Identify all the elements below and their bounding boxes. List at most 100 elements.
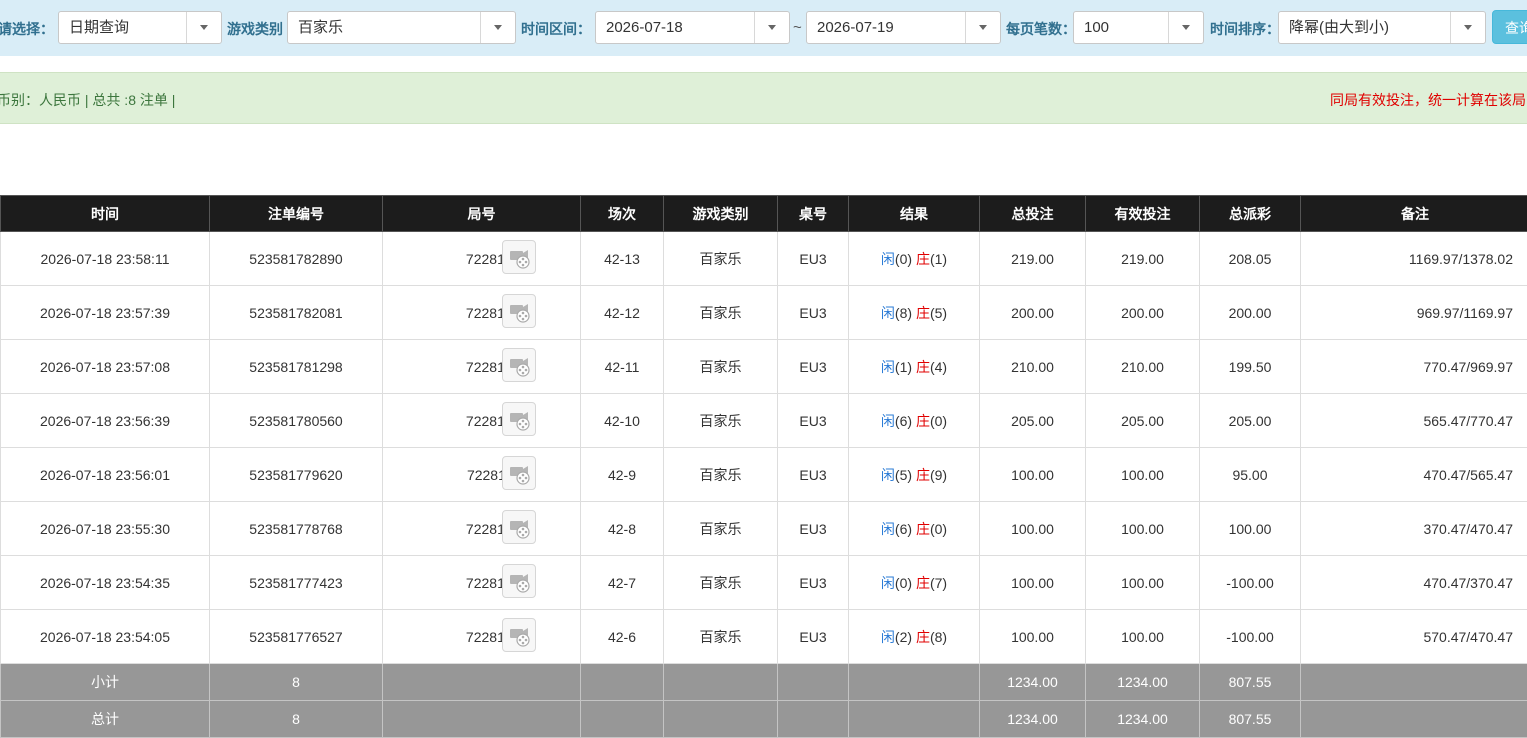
- player-value: (2): [895, 629, 912, 645]
- table-header-row: 时间 注单编号 局号 场次 游戏类别 桌号 结果 总投注 有效投注 总派彩 备注: [1, 196, 1527, 232]
- cell-bet-id: 523581776527: [210, 610, 383, 664]
- banker-value: (0): [930, 521, 947, 537]
- cell-total-bet[interactable]: 205.00: [980, 394, 1086, 448]
- table-row: 2026-07-18 23:55:30 523581778768 7228126…: [1, 502, 1527, 556]
- cell-total-bet[interactable]: 200.00: [980, 286, 1086, 340]
- cell-payout: 208.05: [1200, 232, 1301, 286]
- film-reel-icon[interactable]: [502, 348, 536, 382]
- cell-valid-bet: 210.00: [1086, 340, 1200, 394]
- sort-select[interactable]: 降幂(由大到小): [1278, 11, 1486, 44]
- cell-total-bet[interactable]: 100.00: [980, 610, 1086, 664]
- date-to-value: 2026-07-19: [817, 19, 894, 37]
- cell-note: 565.47/770.47: [1301, 394, 1527, 448]
- col-header-shoe: 场次: [581, 196, 664, 232]
- query-button[interactable]: 查询: [1492, 10, 1527, 44]
- cell-total-bet[interactable]: 210.00: [980, 340, 1086, 394]
- cell-note: 570.47/470.47: [1301, 610, 1527, 664]
- film-reel-icon[interactable]: [502, 456, 536, 490]
- table-row: 2026-07-18 23:58:11 523581782890 7228130…: [1, 232, 1527, 286]
- table-row: 2026-07-18 23:57:39 523581782081 7228129…: [1, 286, 1527, 340]
- cell-time: 2026-07-18 23:54:35: [1, 556, 210, 610]
- cell-total-bet[interactable]: 100.00: [980, 556, 1086, 610]
- date-from-select[interactable]: 2026-07-18: [595, 11, 790, 44]
- cell-note: 470.47/370.47: [1301, 556, 1527, 610]
- col-header-time: 时间: [1, 196, 210, 232]
- date-from-value: 2026-07-18: [606, 19, 683, 37]
- chevron-down-icon: [186, 12, 221, 43]
- film-reel-icon[interactable]: [502, 402, 536, 436]
- table-row: 2026-07-18 23:56:39 523581780560 7228128…: [1, 394, 1527, 448]
- cell-bet-id: 523581780560: [210, 394, 383, 448]
- date-to-select[interactable]: 2026-07-19: [806, 11, 1001, 44]
- col-header-bet-id: 注单编号: [210, 196, 383, 232]
- info-bar: 币别：人民币 | 总共 :8 注单 | 同局有效投注，统一计算在该局: [0, 72, 1527, 124]
- banker-value: (8): [930, 629, 947, 645]
- film-reel-icon[interactable]: [502, 510, 536, 544]
- cell-total-bet[interactable]: 100.00: [980, 448, 1086, 502]
- query-type-select[interactable]: 日期查询: [58, 11, 222, 44]
- banker-value: (1): [930, 251, 947, 267]
- cell-payout: 95.00: [1200, 448, 1301, 502]
- cell-game-type: 百家乐: [664, 394, 778, 448]
- cell-total-bet[interactable]: 100.00: [980, 502, 1086, 556]
- player-value: (6): [895, 413, 912, 429]
- player-label: 闲: [881, 521, 895, 537]
- cell-note: 370.47/470.47: [1301, 502, 1527, 556]
- cell-time: 2026-07-18 23:56:39: [1, 394, 210, 448]
- cell-shoe: 42-7: [581, 556, 664, 610]
- table-row: 2026-07-18 23:57:08 523581781298 7228129…: [1, 340, 1527, 394]
- banker-label: 庄: [916, 467, 930, 483]
- range-separator: ~: [793, 19, 802, 36]
- subtotal-count: 8: [210, 664, 383, 701]
- col-header-total-bet: 总投注: [980, 196, 1086, 232]
- cell-valid-bet: 100.00: [1086, 556, 1200, 610]
- table-row: 2026-07-18 23:54:35 523581777423 7228124…: [1, 556, 1527, 610]
- bets-table: 时间 注单编号 局号 场次 游戏类别 桌号 结果 总投注 有效投注 总派彩 备注…: [0, 195, 1527, 738]
- cell-table-no: EU3: [778, 448, 849, 502]
- film-reel-icon[interactable]: [502, 564, 536, 598]
- banker-label: 庄: [916, 413, 930, 429]
- player-label: 闲: [881, 359, 895, 375]
- cell-time: 2026-07-18 23:57:08: [1, 340, 210, 394]
- cell-round: 722813078: [383, 232, 581, 286]
- cell-valid-bet: 100.00: [1086, 448, 1200, 502]
- time-range-label: 时间区间：: [521, 20, 591, 38]
- cell-valid-bet: 219.00: [1086, 232, 1200, 286]
- page-size-select[interactable]: 100: [1073, 11, 1204, 44]
- cell-time: 2026-07-18 23:56:01: [1, 448, 210, 502]
- page-size-value: 100: [1084, 19, 1109, 37]
- game-type-select[interactable]: 百家乐: [287, 11, 516, 44]
- player-value: (0): [895, 575, 912, 591]
- film-reel-icon[interactable]: [502, 294, 536, 328]
- cell-result: 闲(5) 庄(9): [849, 448, 980, 502]
- cell-result: 闲(6) 庄(0): [849, 394, 980, 448]
- chevron-down-icon: [754, 12, 789, 43]
- query-type-value: 日期查询: [69, 19, 129, 37]
- grand-total-payout: 807.55: [1200, 701, 1301, 738]
- banker-value: (4): [930, 359, 947, 375]
- film-reel-icon[interactable]: [502, 618, 536, 652]
- player-value: (1): [895, 359, 912, 375]
- player-value: (5): [895, 467, 912, 483]
- chevron-down-icon: [1450, 12, 1485, 43]
- cell-payout: 205.00: [1200, 394, 1301, 448]
- player-value: (0): [895, 251, 912, 267]
- cell-time: 2026-07-18 23:58:11: [1, 232, 210, 286]
- film-reel-icon[interactable]: [502, 240, 536, 274]
- summary-text: 币别：人民币 | 总共 :8 注单 |: [0, 90, 175, 110]
- grand-total-label: 总计: [1, 701, 210, 738]
- cell-bet-id: 523581782890: [210, 232, 383, 286]
- cell-game-type: 百家乐: [664, 448, 778, 502]
- banker-label: 庄: [916, 629, 930, 645]
- player-label: 闲: [881, 575, 895, 591]
- cell-round: 722812477: [383, 556, 581, 610]
- cell-game-type: 百家乐: [664, 610, 778, 664]
- cell-total-bet[interactable]: 219.00: [980, 232, 1086, 286]
- banker-value: (9): [930, 467, 947, 483]
- cell-round: 722812366: [383, 610, 581, 664]
- cell-valid-bet: 100.00: [1086, 502, 1200, 556]
- game-type-value: 百家乐: [298, 19, 343, 37]
- cell-result: 闲(0) 庄(1): [849, 232, 980, 286]
- player-label: 闲: [881, 413, 895, 429]
- cell-shoe: 42-8: [581, 502, 664, 556]
